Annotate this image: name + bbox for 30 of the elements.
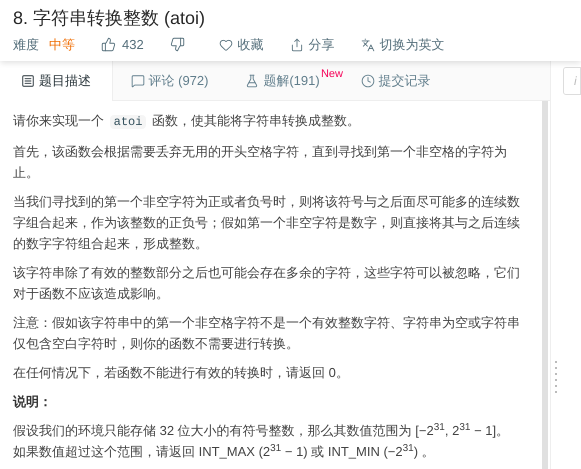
thumbs-down-icon: [170, 37, 185, 52]
problem-title: 8. 字符串转换整数 (atoi): [13, 7, 206, 30]
like-button[interactable]: 432: [101, 35, 144, 54]
tab[interactable]: 评论 (972): [113, 61, 226, 101]
flask-icon: [245, 74, 260, 88]
dislike-button[interactable]: [170, 37, 185, 52]
difficulty-value: 中等: [49, 36, 75, 54]
paragraph: 该字符串除了有效的整数部分之后也可能会存在多余的字符，这些字符可以被忽略，它们对于函数不应该造成影响。: [13, 264, 521, 303]
new-label: New: [320, 67, 343, 82]
share-button[interactable]: 分享: [290, 35, 335, 54]
paragraph: 在任何情况下，若函数不能进行有效的转换时，请返回 0。: [13, 364, 350, 382]
scrollbar[interactable]: [542, 101, 548, 469]
paragraph: 请你来实现一个 atoi 函数，使其能将字符串转换成整数。: [13, 112, 362, 131]
difficulty-label: 难度: [13, 36, 39, 54]
paragraph: 首先，该函数会根据需要丢弃无用的开头空格字符，直到寻找到第一个非空格的字符为止。: [13, 143, 508, 182]
translate-icon: [360, 38, 375, 52]
paragraph: 注意：假如该字符串中的第一个非空格字符不是一个有效整数字符、字符串为空或字符串仅包含空白字符时，则你的函数不需要进行转换。: [13, 314, 521, 353]
document-icon: [21, 74, 35, 88]
favorite-button[interactable]: 收藏: [218, 35, 264, 54]
thumbs-up-icon: [101, 37, 116, 52]
paragraph: 当我们寻找到的第一个非空字符为正或者负号时，则将该符号与之后面尽可能多的连续数字组合起来，作为该整数的正负号；假如第一个非空字符是数字，则直接将其与之后连续的数字字符组合起来，形成整数。: [13, 193, 521, 253]
heart-icon: [218, 38, 233, 52]
paragraph: 假设我们的环境只能存储 32 位大小的有符号整数，那么其数值范围为 [−2$^{31}$, 2$^{31}$ − 1]。 如果数值超过这个范围，请返回 INT_MAX (2$^{31}$ − 1) 或 INT_MIN (−2$^{31}$) 。: [13, 421, 510, 461]
drag-handle-icon[interactable]: [555, 361, 557, 393]
comment-icon: [130, 74, 145, 88]
share-icon: [290, 38, 304, 52]
section-heading: 说明：: [13, 393, 53, 411]
clock-icon: [360, 74, 374, 88]
translate-button[interactable]: 切换为英文: [360, 35, 445, 54]
tab[interactable]: 题目描述: [0, 61, 113, 101]
